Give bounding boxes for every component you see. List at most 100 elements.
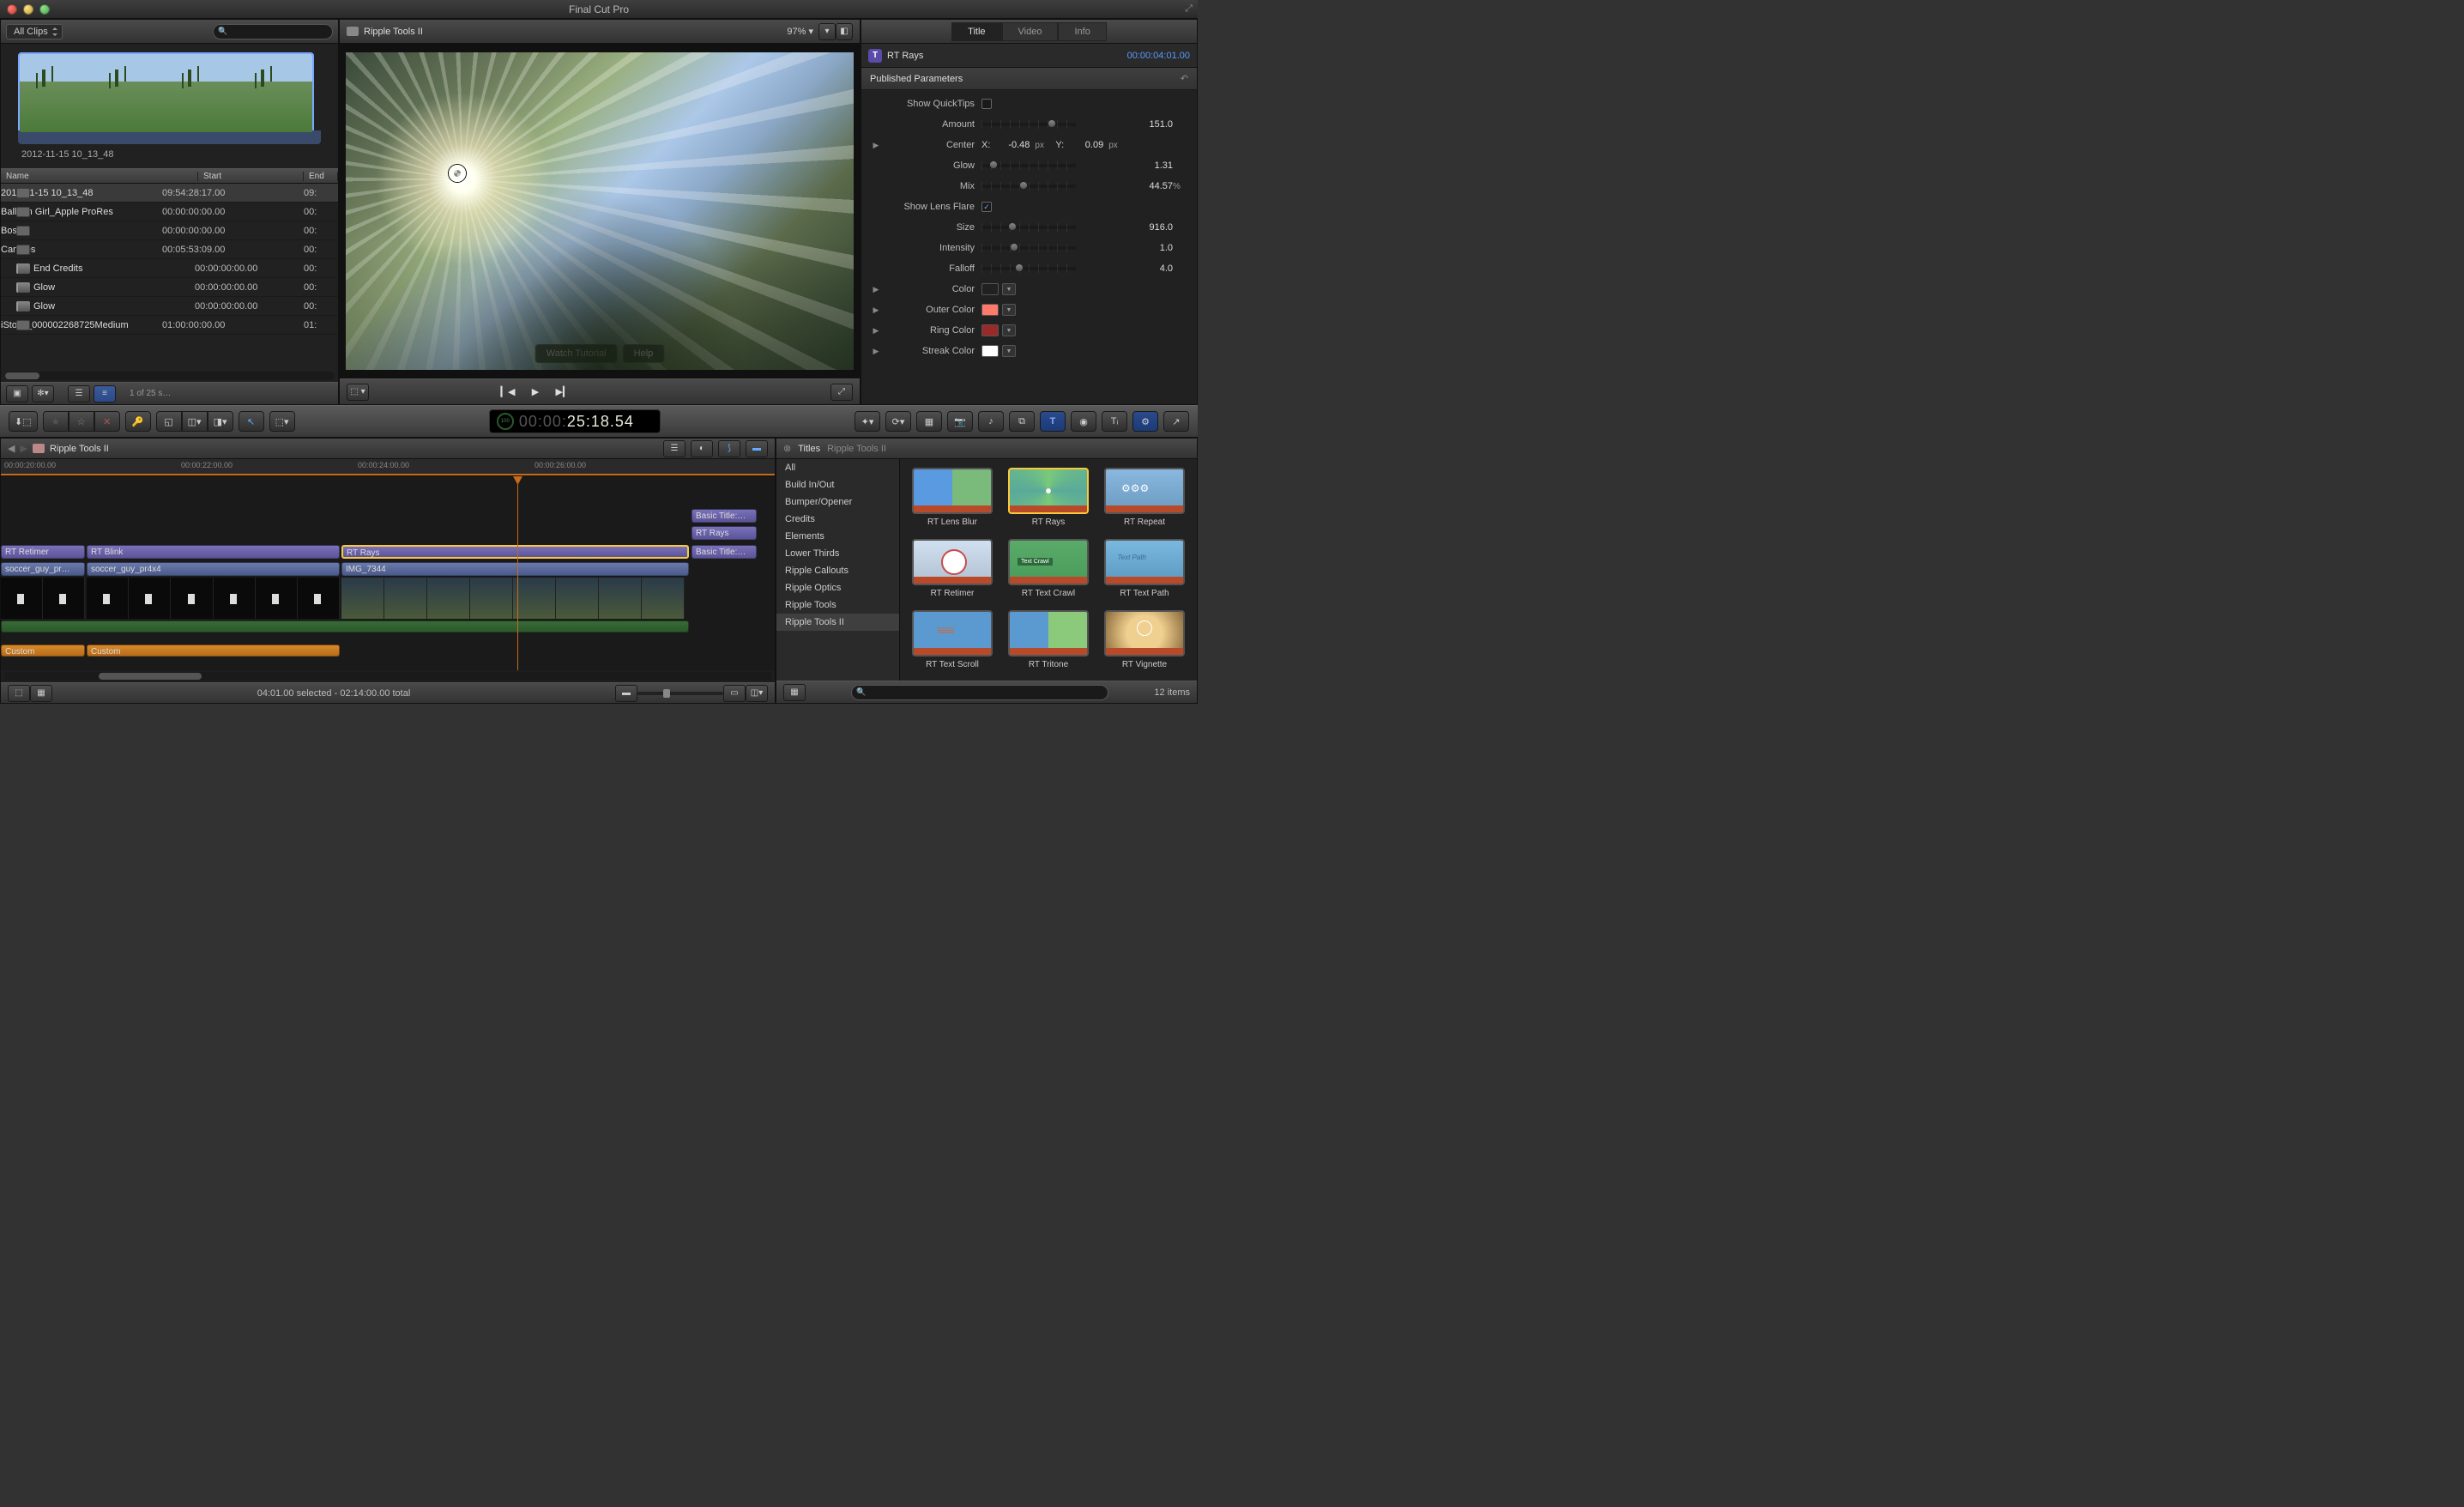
ring-disclosure[interactable]: ▶ xyxy=(870,326,882,336)
clip-basic-title-1[interactable]: Basic Title:… xyxy=(691,509,757,523)
color-dropdown[interactable]: ▼ xyxy=(1002,283,1016,295)
keyword-button[interactable]: 🔑 xyxy=(125,411,151,432)
title-thumbnail[interactable] xyxy=(912,539,993,585)
tab-video[interactable]: Video xyxy=(1002,22,1059,41)
close-browser-button[interactable]: ⊗ xyxy=(783,443,791,454)
clip-row[interactable]: Glow00:00:00:00.0000: xyxy=(1,278,338,297)
titles-grid-view-button[interactable]: ▦ xyxy=(783,684,806,701)
fullscreen-icon[interactable]: ⤢ xyxy=(1185,3,1193,15)
music-browser-button[interactable]: ♪ xyxy=(978,411,1004,432)
clip-height-button[interactable]: ◫▾ xyxy=(746,685,768,702)
center-x-value[interactable]: -0.48 xyxy=(995,140,1030,150)
effects-dropdown[interactable]: ✦▾ xyxy=(855,411,880,432)
outer-color-swatch[interactable] xyxy=(981,304,999,316)
clip-img[interactable]: IMG_7344 xyxy=(341,562,689,576)
size-slider[interactable] xyxy=(981,226,1076,229)
ring-color-swatch[interactable] xyxy=(981,324,999,336)
category-list[interactable]: AllBuild In/OutBumper/OpenerCreditsEleme… xyxy=(776,459,900,681)
zoom-out-button[interactable]: ▬ xyxy=(615,685,637,702)
titles-search-input[interactable] xyxy=(851,685,1108,700)
list-view-button[interactable]: ≡ xyxy=(94,385,116,402)
generators-browser-button[interactable]: ◉ xyxy=(1071,411,1096,432)
clip-row[interactable]: iStock_000002268725Medium01:00:00:00.000… xyxy=(1,316,338,335)
clip-row[interactable]: End Credits00:00:00:00.0000: xyxy=(1,259,338,278)
reject-button[interactable]: ✕ xyxy=(94,411,120,432)
timeline-back-button[interactable]: ◀ xyxy=(8,443,15,454)
search-input[interactable] xyxy=(213,24,333,39)
play-button[interactable]: ▶ xyxy=(525,384,546,400)
timeline-ruler[interactable]: 00:00:20:00.00 00:00:22:00.00 00:00:24:0… xyxy=(1,459,775,476)
share-button[interactable]: ↗ xyxy=(1163,411,1189,432)
retime-dropdown[interactable]: ⟳▾ xyxy=(885,411,911,432)
effects-browser-button[interactable]: ▦ xyxy=(916,411,942,432)
center-disclosure[interactable]: ▶ xyxy=(870,141,882,150)
themes-browser-button[interactable]: Tᵢ xyxy=(1102,411,1127,432)
title-item[interactable]: RT Repeat xyxy=(1101,468,1188,527)
connect-button[interactable]: ◱ xyxy=(156,411,182,432)
snapping-button[interactable]: ⟆ xyxy=(718,440,740,457)
quicktips-checkbox[interactable] xyxy=(981,99,992,109)
title-thumbnail[interactable] xyxy=(1008,610,1089,657)
title-item[interactable]: RT Retimer xyxy=(909,539,996,598)
import-button[interactable]: ▣ xyxy=(6,385,28,402)
clip-basic-title-2[interactable]: Basic Title:… xyxy=(691,545,757,559)
clip-row[interactable]: Balloon Girl_Apple ProRes00:00:00:00.000… xyxy=(1,203,338,221)
unrate-button[interactable]: ☆ xyxy=(69,411,94,432)
timeline-index-toggle[interactable]: ▦ xyxy=(30,685,52,702)
streak-color-swatch[interactable] xyxy=(981,345,999,357)
title-thumbnail[interactable] xyxy=(1104,468,1185,514)
clip-soccer-1[interactable]: soccer_guy_pr… xyxy=(1,562,85,576)
title-thumbnail[interactable] xyxy=(912,610,993,657)
clip-list[interactable]: 2012-11-15 10_13_4809:54:28:17.0009:Ball… xyxy=(1,184,338,370)
timecode-display[interactable]: 00:00:25:18.54 xyxy=(489,409,661,433)
title-item[interactable]: RT Lens Blur xyxy=(909,468,996,527)
clip-row[interactable]: Candles00:05:53:09.0000: xyxy=(1,240,338,259)
intensity-slider[interactable] xyxy=(981,246,1076,250)
title-item[interactable]: RT Vignette xyxy=(1101,610,1188,669)
clip-row[interactable]: Glow00:00:00:00.0000: xyxy=(1,297,338,316)
category-item[interactable]: Ripple Tools xyxy=(776,596,899,614)
streak-disclosure[interactable]: ▶ xyxy=(870,347,882,356)
skimming-button[interactable]: ▬ xyxy=(746,440,768,457)
column-end[interactable]: End xyxy=(304,172,338,181)
intensity-value[interactable]: 1.0 xyxy=(1125,243,1173,253)
size-value[interactable]: 916.0 xyxy=(1125,222,1173,233)
zoom-in-button[interactable]: ▭ xyxy=(723,685,746,702)
tab-info[interactable]: Info xyxy=(1058,22,1106,41)
column-name[interactable]: Name xyxy=(1,172,198,181)
streak-color-dropdown[interactable]: ▼ xyxy=(1002,345,1016,357)
timeline-tracks[interactable]: Basic Title:… RT Rays RT Retimer RT Blin… xyxy=(1,476,775,670)
falloff-slider[interactable] xyxy=(981,267,1076,270)
favorite-button[interactable]: ★ xyxy=(43,411,69,432)
viewer-canvas[interactable]: Watch Tutorial Help xyxy=(340,44,860,378)
photos-browser-button[interactable]: 📷 xyxy=(947,411,973,432)
column-start[interactable]: Start xyxy=(198,172,304,181)
clip-filter-dropdown[interactable]: All Clips xyxy=(6,24,63,39)
action-gear-button[interactable]: ✻▾ xyxy=(32,385,54,402)
falloff-value[interactable]: 4.0 xyxy=(1125,263,1173,274)
clip-rt-rays-mid[interactable]: RT Rays xyxy=(341,545,689,559)
list-header[interactable]: Name Start End xyxy=(1,168,338,184)
titles-grid[interactable]: RT Lens BlurRT RaysRT RepeatRT RetimerRT… xyxy=(900,459,1197,681)
glow-slider[interactable] xyxy=(981,164,1076,167)
import-media-button[interactable]: ⬇⬚ xyxy=(9,411,38,432)
playhead[interactable] xyxy=(517,476,518,670)
outer-color-dropdown[interactable]: ▼ xyxy=(1002,304,1016,316)
titles-browser-button[interactable]: T xyxy=(1040,411,1066,432)
category-item[interactable]: Bumper/Opener xyxy=(776,493,899,511)
amount-value[interactable]: 151.0 xyxy=(1125,119,1173,130)
category-item[interactable]: Ripple Tools II xyxy=(776,614,899,631)
title-item[interactable]: RT Text Crawl xyxy=(1005,539,1092,598)
title-item[interactable]: RT Text Scroll xyxy=(909,610,996,669)
clip-row[interactable]: 2012-11-15 10_13_4809:54:28:17.0009: xyxy=(1,184,338,203)
viewer-display-button[interactable]: ◧ xyxy=(836,23,853,40)
insert-button[interactable]: ◫▾ xyxy=(182,411,208,432)
category-item[interactable]: Build In/Out xyxy=(776,476,899,493)
amount-slider[interactable] xyxy=(981,123,1076,126)
timeline-appearance-button[interactable]: ◐ xyxy=(691,440,713,457)
timeline-forward-button[interactable]: ▶ xyxy=(20,443,27,454)
category-item[interactable]: Ripple Callouts xyxy=(776,562,899,579)
center-y-value[interactable]: 0.09 xyxy=(1069,140,1103,150)
zoom-slider[interactable] xyxy=(637,692,723,695)
outer-disclosure[interactable]: ▶ xyxy=(870,306,882,315)
